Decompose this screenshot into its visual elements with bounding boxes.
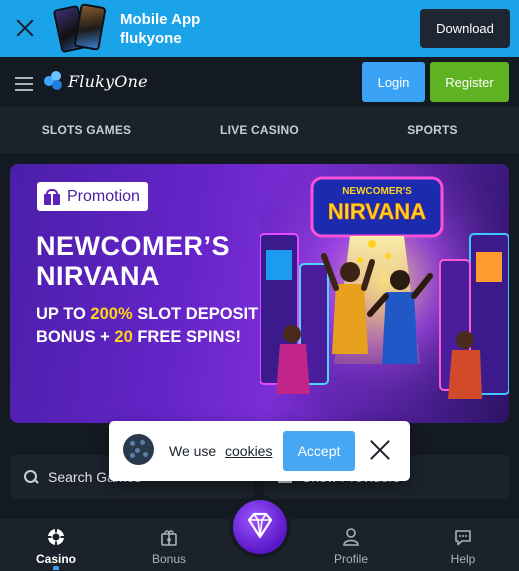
promo-sub-text-f: FREE SPINS! <box>132 328 241 346</box>
site-header: FlukyOne Login Register <box>0 57 519 107</box>
cookie-icon <box>123 434 154 465</box>
promo-sub-spins: 20 <box>114 328 133 346</box>
promo-subtitle-line1: UP TO 200% SLOT DEPOSIT <box>36 303 258 326</box>
promotion-badge-label: Promotion <box>67 187 140 205</box>
cookies-link[interactable]: cookies <box>225 443 272 459</box>
promo-casino-illustration: NEWCOMER'S NIRVANA <box>260 164 509 423</box>
menu-icon[interactable] <box>15 77 33 91</box>
nav-item-live-casino[interactable]: LIVE CASINO <box>173 107 346 153</box>
promo-sub-text-a: UP TO <box>36 305 91 323</box>
login-button[interactable]: Login <box>362 62 425 102</box>
bottom-nav-label: Profile <box>333 552 368 566</box>
center-gem-button[interactable] <box>229 496 291 558</box>
promo-subtitle-line2: BONUS + 20 FREE SPINS! <box>36 326 258 349</box>
app-banner-title-line1: Mobile App <box>120 11 201 28</box>
cookie-text: We use <box>169 443 217 459</box>
profile-icon <box>343 528 359 546</box>
register-button[interactable]: Register <box>430 62 509 102</box>
promotion-badge: Promotion <box>37 182 148 211</box>
cookie-consent: We use cookies Accept <box>109 421 410 481</box>
accept-cookies-button[interactable]: Accept <box>283 431 355 471</box>
promo-sign-top-text: NEWCOMER'S <box>342 186 412 197</box>
active-indicator <box>53 566 59 570</box>
bottom-nav-profile[interactable]: Profile <box>306 519 396 571</box>
bottom-nav-label: Casino <box>35 552 76 566</box>
promo-sub-percent: 200% <box>90 305 133 323</box>
download-button[interactable]: Download <box>420 9 510 48</box>
promo-sub-text-d: BONUS + <box>36 328 115 346</box>
bottom-nav-label: Help <box>450 552 476 566</box>
promo-subtitle: UP TO 200% SLOT DEPOSIT BONUS + 20 FREE … <box>36 303 258 349</box>
close-icon[interactable] <box>369 439 391 461</box>
logo-text: FlukyOne <box>68 71 148 91</box>
app-download-banner: Mobile App flukyone Download <box>0 0 519 57</box>
promo-title: NEWCOMER’S NIRVANA <box>36 231 230 291</box>
bonus-gift-icon <box>161 530 177 546</box>
promo-title-line2: NIRVANA <box>36 261 161 291</box>
close-icon[interactable] <box>14 17 36 39</box>
site-logo[interactable]: FlukyOne <box>44 71 148 91</box>
promotion-banner[interactable]: NEWCOMER'S NIRVANA Promotion NEWCOMER’S … <box>10 164 509 423</box>
app-phones-image <box>52 3 107 54</box>
bottom-nav-bonus[interactable]: Bonus <box>124 519 214 571</box>
main-nav: SLOTS GAMES LIVE CASINO SPORTS <box>0 107 519 153</box>
app-banner-title: Mobile App flukyone <box>120 10 200 48</box>
promo-sign-main-text: NIRVANA <box>328 199 426 224</box>
bottom-nav-label: Bonus <box>151 552 187 566</box>
chat-help-icon <box>455 530 471 546</box>
logo-mark-icon <box>44 71 64 91</box>
gift-icon <box>43 188 61 205</box>
search-icon <box>24 470 38 484</box>
promo-sub-text-c: SLOT DEPOSIT <box>132 305 259 323</box>
nav-item-slots-games[interactable]: SLOTS GAMES <box>0 107 173 153</box>
diamond-icon <box>247 512 273 539</box>
nav-item-sports[interactable]: SPORTS <box>346 107 519 153</box>
promo-title-line1: NEWCOMER’S <box>36 231 230 261</box>
app-banner-title-line2: flukyone <box>120 30 182 47</box>
bottom-nav-casino[interactable]: Casino <box>11 519 101 571</box>
casino-chip-icon <box>47 528 65 546</box>
bottom-nav-help[interactable]: Help <box>418 519 508 571</box>
